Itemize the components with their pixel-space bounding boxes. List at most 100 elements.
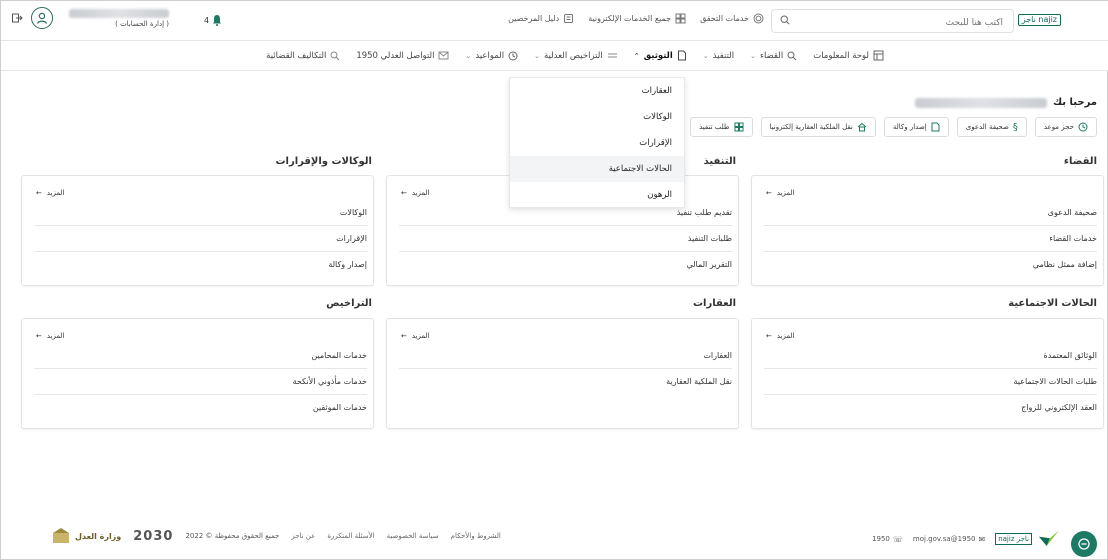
chevron-down-icon: ⌄ — [702, 51, 709, 60]
dropdown-item-acknowledgments[interactable]: الإقرارات — [510, 130, 684, 156]
quick-execution-request-label: طلب تنفيذ — [699, 123, 730, 131]
more-link[interactable]: ← المزيد — [401, 189, 429, 197]
more-label: المزيد — [46, 189, 65, 197]
home-icon — [857, 122, 867, 132]
nav-judicial-communication[interactable]: التواصل العدلي 1950 — [356, 50, 449, 61]
quick-property-transfer-button[interactable]: نقل الملكية العقارية إلكترونيا — [760, 117, 876, 137]
user-name-redacted — [69, 8, 169, 18]
quick-actions: حجز موعد § صحيفة الدعوى إصدار وكالة نقل … — [690, 117, 1097, 137]
notification-count: 4 — [204, 15, 210, 25]
card-judiciary: ← المزيد صحيفة الدعوى خدمات القضاء إضافة … — [751, 175, 1104, 286]
more-link[interactable]: ← المزيد — [36, 332, 64, 340]
section-title-agencies: الوكالات والإقرارات — [275, 156, 372, 167]
footer-link[interactable]: الشروط والأحكام — [451, 532, 501, 540]
fingerprint-icon — [753, 13, 764, 24]
card-link[interactable]: خدمات مأذوني الأنكحة — [34, 369, 367, 395]
footer-phone[interactable]: ☏ 1950 — [872, 535, 903, 544]
nav-judicial-costs[interactable]: التكاليف القضائية — [266, 50, 340, 61]
clock-icon — [1078, 122, 1088, 132]
welcome-name-redacted — [914, 97, 1047, 108]
welcome-text: مرحبا بك — [1052, 97, 1097, 108]
footer-email[interactable]: ✉ 1950@moj.gov.sa — [913, 535, 985, 544]
verification-services-link[interactable]: خدمات التحقق — [700, 13, 764, 24]
card-link[interactable]: الوكالات — [34, 200, 367, 226]
footer: وزارة العدل 2030 جميع الحقوق محفوظة © 20… — [1, 501, 1108, 560]
quick-lawsuit-sheet-button[interactable]: § صحيفة الدعوى — [956, 117, 1027, 137]
more-link[interactable]: ← المزيد — [36, 189, 64, 197]
search-input[interactable] — [772, 12, 1013, 34]
arrow-left-icon: ← — [36, 189, 42, 197]
card-link[interactable]: إضافة ممثل نظامي — [764, 252, 1097, 278]
nav-appointments[interactable]: المواعيد ⌄ — [465, 50, 518, 61]
nav-judiciary-label: القضاء — [759, 50, 784, 61]
nav-judiciary[interactable]: القضاء ⌄ — [750, 50, 797, 61]
dropdown-item-mortgages[interactable]: الرهون — [510, 182, 684, 208]
nav-judicial-licenses[interactable]: التراخيص العدلية ⌄ — [534, 50, 618, 61]
nav-documentation[interactable]: التوثيق ⌃ — [634, 50, 687, 61]
card-link[interactable]: العقد الإلكتروني للزواج — [764, 395, 1097, 421]
nav-execution-label: التنفيذ — [712, 50, 735, 61]
more-label: المزيد — [776, 332, 795, 340]
footer-link[interactable]: عن ناجز — [291, 532, 315, 540]
avatar[interactable] — [31, 7, 53, 29]
more-link[interactable]: ← المزيد — [766, 332, 794, 340]
card-link[interactable]: خدمات الموثقين — [34, 395, 367, 421]
more-label: المزيد — [776, 189, 795, 197]
card-link[interactable]: خدمات القضاء — [764, 226, 1097, 252]
nav-judicial-costs-label: التكاليف القضائية — [266, 50, 327, 61]
footer-phone-text: 1950 — [872, 535, 890, 543]
licensees-guide-link[interactable]: دليل المرخصين — [508, 13, 574, 24]
documentation-dropdown: العقارات الوكالات الإقرارات الحالات الاج… — [509, 77, 685, 208]
section-title-social-status: الحالات الاجتماعية — [1008, 298, 1097, 309]
card-link[interactable]: نقل الملكية العقارية — [399, 369, 732, 395]
footer-left: وزارة العدل 2030 جميع الحقوق محفوظة © 20… — [51, 527, 501, 545]
more-link[interactable]: ← المزيد — [766, 189, 794, 197]
nav-execution[interactable]: التنفيذ ⌄ — [703, 50, 734, 61]
arrow-left-icon: ← — [401, 189, 407, 197]
grid-icon — [734, 122, 744, 132]
chevron-up-icon: ⌃ — [633, 51, 640, 60]
footer-link[interactable]: سياسة الخصوصية — [387, 532, 439, 540]
card-link[interactable]: الوثائق المعتمدة — [764, 343, 1097, 369]
card-link[interactable]: التقرير المالي — [399, 252, 732, 278]
nav-documentation-label: التوثيق — [643, 50, 673, 61]
user-name-block: ( إدارة الحسابات ) — [69, 8, 169, 28]
more-link[interactable]: ← المزيد — [401, 332, 429, 340]
verification-services-label: خدمات التحقق — [700, 14, 749, 23]
quick-book-appointment-button[interactable]: حجز موعد — [1034, 117, 1097, 137]
nav-dashboard[interactable]: لوحة المعلومات — [813, 50, 884, 61]
card-link[interactable]: العقارات — [399, 343, 732, 369]
more-label: المزيد — [411, 332, 430, 340]
card-link[interactable]: طلبات التنفيذ — [399, 226, 732, 252]
footer-links: الشروط والأحكام سياسة الخصوصية الأسئلة ا… — [291, 532, 501, 540]
card-link[interactable]: طلبات الحالات الاجتماعية — [764, 369, 1097, 395]
more-label: المزيد — [46, 332, 65, 340]
card-link[interactable]: صحيفة الدعوى — [764, 200, 1097, 226]
chat-button[interactable] — [1071, 531, 1097, 557]
main-nav: لوحة المعلومات القضاء ⌄ التنفيذ ⌄ التوثي… — [1, 41, 1108, 71]
quick-lawsuit-sheet-label: صحيفة الدعوى — [965, 123, 1009, 131]
dropdown-item-agencies[interactable]: الوكالات — [510, 104, 684, 130]
notifications[interactable]: 4 — [204, 14, 222, 26]
quick-issue-agency-button[interactable]: إصدار وكالة — [883, 117, 949, 137]
footer-logo-text: ناجز najiz — [995, 533, 1032, 545]
search-box[interactable] — [771, 9, 1014, 34]
quick-execution-request-button[interactable]: طلب تنفيذ — [690, 117, 753, 137]
all-eservices-link[interactable]: جميع الخدمات الإلكترونية — [588, 13, 686, 24]
section-title-execution: التنفيذ — [703, 156, 736, 167]
user-menu[interactable]: ( إدارة الحسابات ) — [11, 7, 169, 29]
card-link[interactable]: الإقرارات — [34, 226, 367, 252]
dropdown-item-real-estate[interactable]: العقارات — [510, 78, 684, 104]
license-icon — [607, 53, 617, 57]
user-icon — [36, 12, 48, 24]
footer-logo[interactable]: ناجز najiz — [995, 529, 1063, 549]
vision-2030-logo: 2030 — [133, 528, 174, 544]
card-link[interactable]: خدمات المحامين — [34, 343, 367, 369]
logout-icon[interactable] — [11, 12, 23, 24]
section-title-judiciary: القضاء — [1063, 156, 1097, 167]
dropdown-item-social-status[interactable]: الحالات الاجتماعية — [510, 156, 684, 182]
card-link[interactable]: إصدار وكالة — [34, 252, 367, 278]
section-title-licenses: التراخيص — [326, 298, 372, 309]
arrow-left-icon: ← — [36, 332, 42, 340]
footer-link[interactable]: الأسئلة المتكررة — [327, 532, 374, 540]
